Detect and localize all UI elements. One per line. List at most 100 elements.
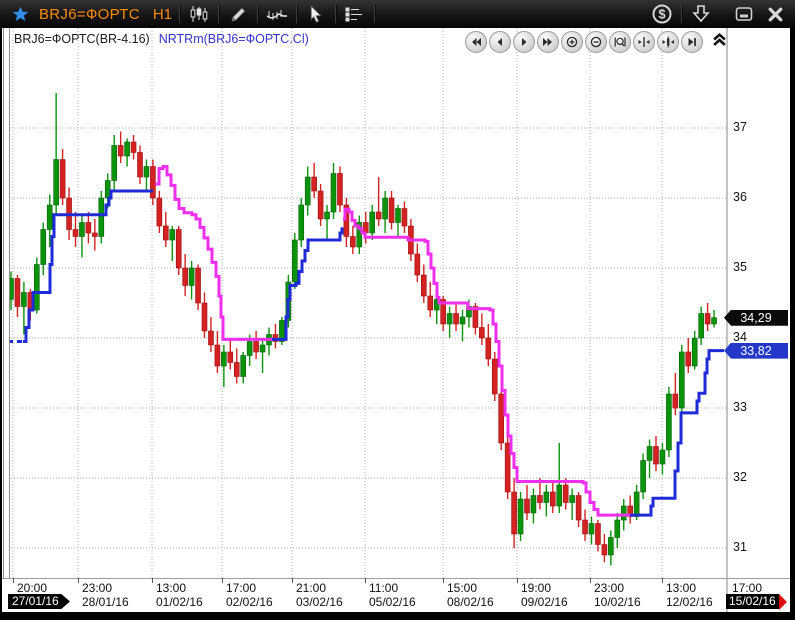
candle-body — [163, 226, 168, 240]
candle-body — [150, 167, 155, 199]
axis-tick — [222, 578, 223, 583]
candle-body — [550, 492, 555, 506]
end-date-tag: 15/02/16 — [726, 594, 787, 609]
title-bar[interactable]: BRJ6=ФОРТС H1 — [0, 0, 795, 28]
zoom-out-button[interactable] — [585, 31, 607, 53]
indicator-icon[interactable] — [265, 3, 289, 25]
candle-body — [41, 230, 46, 265]
candle-body — [337, 174, 342, 206]
time-tick-label: 20:00 — [17, 581, 47, 595]
download-arrow-icon[interactable] — [689, 3, 713, 25]
candle-body — [402, 209, 407, 227]
zoom-in-button[interactable] — [561, 31, 583, 53]
candle-body — [157, 198, 162, 226]
candle-body — [196, 268, 201, 303]
candle-body — [73, 230, 78, 237]
scroll-fast-right-button[interactable] — [537, 31, 559, 53]
zoom-interval-button[interactable] — [609, 31, 631, 53]
chart-nav-toolbar — [465, 31, 703, 53]
pencil-icon[interactable] — [226, 3, 250, 25]
candle-body — [692, 338, 697, 366]
scroll-to-end-button[interactable] — [681, 31, 703, 53]
candle-body — [595, 524, 600, 545]
candle-body — [325, 212, 330, 219]
axis-tick — [365, 578, 366, 583]
candle-body — [666, 394, 671, 450]
chevron-double-up-icon[interactable] — [712, 32, 727, 52]
candle-body — [183, 268, 188, 286]
minimize-icon[interactable] — [732, 3, 756, 25]
price-tick-label: 32 — [733, 470, 747, 484]
candle-body — [138, 153, 143, 178]
symbol-label: BRJ6=ФОРТС(BR-4.16) — [14, 32, 150, 46]
date-tick-label: 08/02/16 — [447, 595, 494, 609]
time-tick-label: 13:00 — [156, 581, 186, 595]
candle-body — [492, 359, 497, 394]
time-axis-separator — [2, 578, 790, 579]
chart-content: BRJ6=ФОРТС(BR-4.16)NRTRm(BRJ6=ФОРТС.Cl) … — [2, 28, 790, 612]
compress-horizontal-button[interactable] — [633, 31, 655, 53]
candle-body — [415, 254, 420, 275]
time-tick-label: 21:00 — [296, 581, 326, 595]
chart-header: BRJ6=ФОРТС(BR-4.16)NRTRm(BRJ6=ФОРТС.Cl) — [14, 32, 309, 46]
candle-body — [170, 230, 175, 241]
toolbar-separator — [681, 5, 682, 23]
candle-body — [486, 338, 491, 359]
candle-body — [705, 314, 710, 325]
compress-vertical-button[interactable] — [657, 31, 679, 53]
date-tick-label: 05/02/16 — [369, 595, 416, 609]
candle-body — [634, 492, 639, 517]
date-tick-label: 10/02/16 — [594, 595, 641, 609]
candle-body — [228, 352, 233, 363]
candle-body — [131, 142, 136, 153]
time-tick-label: 13:00 — [666, 581, 696, 595]
candle-body — [125, 142, 130, 156]
favorite-star-icon[interactable] — [8, 3, 32, 25]
scroll-left-button[interactable] — [489, 31, 511, 53]
candle-body — [292, 240, 297, 282]
time-tick-label: 17:00 — [226, 581, 256, 595]
last-price-tag: 34,29 — [724, 310, 788, 326]
candle-body — [615, 520, 620, 538]
candle-body — [383, 198, 388, 219]
dollar-icon[interactable]: $ — [650, 3, 674, 25]
price-tick-label: 36 — [733, 190, 747, 204]
time-tick-label: 11:00 — [369, 581, 398, 595]
time-tick-label: 19:00 — [521, 581, 551, 595]
candlestick-plot[interactable] — [2, 28, 726, 578]
candle-body — [208, 331, 213, 345]
candle-body — [428, 296, 433, 310]
candle-body — [15, 279, 20, 307]
end-date-text: 15/02/16 — [726, 594, 779, 609]
price-tick-label: 37 — [733, 120, 747, 134]
candle-body — [318, 191, 323, 219]
axis-tick — [662, 578, 663, 583]
candle-body — [396, 209, 401, 223]
candle-body — [34, 265, 39, 311]
levels-icon[interactable] — [343, 3, 367, 25]
candle-body — [234, 363, 239, 377]
date-tick-label: 03/02/16 — [296, 595, 343, 609]
toolbar-separator — [218, 5, 219, 23]
candle-body — [389, 198, 394, 223]
scroll-right-button[interactable] — [513, 31, 535, 53]
left-splitter[interactable] — [3, 28, 10, 578]
cursor-icon[interactable] — [304, 3, 328, 25]
time-tick-label: 15:00 — [447, 581, 477, 595]
candle-body — [576, 496, 581, 521]
date-tick-label: 09/02/16 — [521, 595, 568, 609]
candle-body — [254, 342, 259, 353]
close-icon[interactable] — [763, 3, 787, 25]
candle-body — [447, 314, 452, 325]
candle-body — [112, 146, 117, 181]
date-tick-label: 28/01/16 — [82, 595, 129, 609]
candle-body — [544, 492, 549, 503]
candle-body — [221, 352, 226, 366]
candle-body — [602, 545, 607, 556]
scroll-fast-left-button[interactable] — [465, 31, 487, 53]
candle-body — [621, 506, 626, 520]
candle-body — [531, 496, 536, 514]
svg-text:$: $ — [658, 7, 666, 22]
candlestick-chart-icon[interactable] — [187, 3, 211, 25]
candle-body — [673, 394, 678, 408]
